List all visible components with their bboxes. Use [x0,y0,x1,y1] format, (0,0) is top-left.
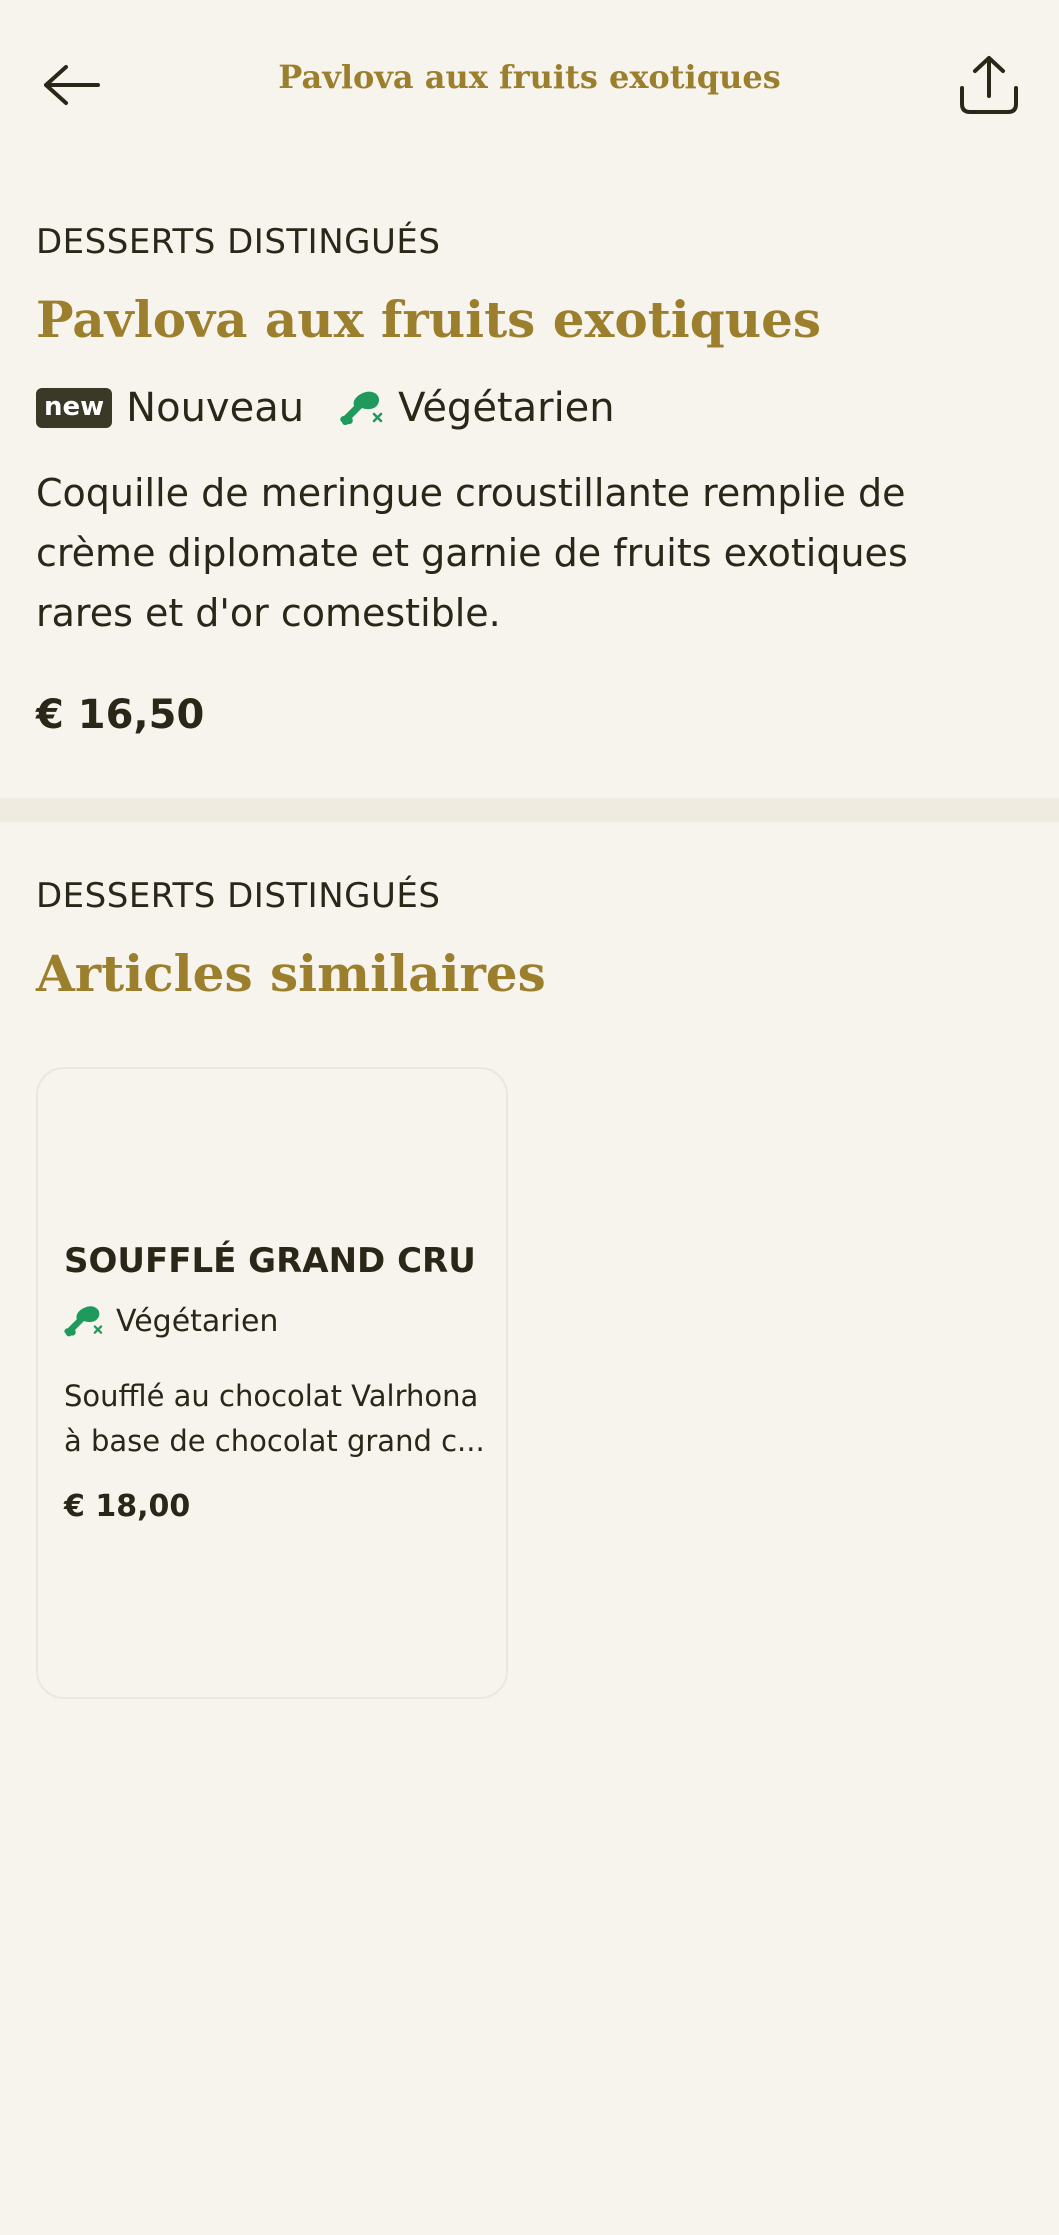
product-category: DESSERTS DISTINGUÉS [36,222,441,262]
product-price: € 16,50 [36,692,205,738]
new-badge: new [36,388,113,428]
top-bar: Pavlova aux fruits exotiques [0,0,1059,170]
vegetarian-drumstick-icon [340,391,383,426]
product-title: Pavlova aux fruits exotiques [36,290,822,349]
similar-item-vegetarian-badge: Végétarien [64,1301,278,1341]
vegetarian-badge: Végétarien [340,385,615,431]
header-title: Pavlova aux fruits exotiques [278,58,781,96]
section-divider [0,798,1059,822]
similar-item-description-line2: à base de chocolat grand c... [64,1424,484,1458]
similar-category: DESSERTS DISTINGUÉS [36,876,441,916]
product-description: Coquille de meringue croustillante rempl… [36,471,908,635]
similar-item-description-line1: Soufflé au chocolat Valrhona [64,1379,479,1413]
vegetarian-badge-label: Végétarien [398,385,615,431]
new-badge-label: Nouveau [126,385,305,431]
back-button[interactable] [30,45,110,125]
share-button[interactable] [949,45,1029,125]
similar-item-vegetarian-label: Végétarien [116,1303,279,1339]
similar-item-description: Soufflé au chocolat Valrhona à base de c… [64,1374,484,1464]
similar-item-name: SOUFFLÉ GRAND CRU [64,1241,476,1281]
share-icon [960,56,1018,114]
vegetarian-drumstick-icon [64,1306,103,1337]
product-badges: new Nouveau Végétarien [36,383,615,433]
arrow-left-icon [44,65,100,105]
similar-item-card[interactable]: SOUFFLÉ GRAND CRU Végétarien Soufflé au … [36,1067,508,1699]
similar-item-price: € 18,00 [64,1489,191,1524]
similar-title: Articles similaires [36,944,546,1003]
